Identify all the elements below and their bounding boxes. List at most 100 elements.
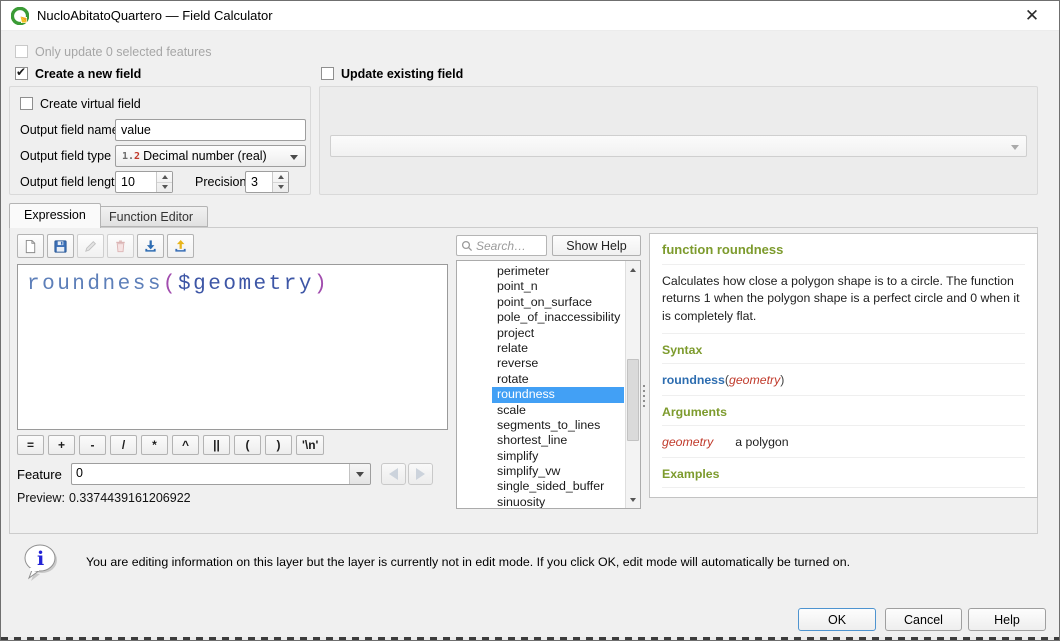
- help-argument-description: a polygon: [735, 435, 788, 449]
- splitter-handle[interactable]: [643, 385, 645, 407]
- preview-row: Preview: 0.3374439161206922: [17, 491, 195, 505]
- save-expression-icon: [53, 239, 68, 254]
- function-list-item[interactable]: perimeter: [492, 264, 624, 279]
- function-list-item[interactable]: segments_to_lines: [492, 418, 624, 433]
- function-list-item[interactable]: relate: [492, 341, 624, 356]
- scrollbar-thumb[interactable]: [627, 359, 639, 441]
- help-examples-heading: Examples: [662, 467, 1025, 488]
- spinner-buttons[interactable]: [156, 172, 172, 192]
- feature-combo[interactable]: [71, 463, 371, 485]
- function-list-item[interactable]: single_sided_buffer: [492, 479, 624, 494]
- expression-variable-token: $geometry: [178, 273, 314, 296]
- feature-combo-input[interactable]: [76, 466, 336, 480]
- operator-open-paren-button[interactable]: (: [234, 435, 261, 455]
- operator-newline-button[interactable]: '\n': [296, 435, 324, 455]
- operator-concat-button[interactable]: ||: [203, 435, 230, 455]
- help-syntax-paren: ): [780, 373, 784, 387]
- previous-feature-button[interactable]: [381, 463, 406, 485]
- search-icon: [461, 240, 473, 252]
- cancel-button[interactable]: Cancel: [885, 608, 962, 631]
- help-button[interactable]: Help: [968, 608, 1046, 631]
- window-title: NucloAbitatoQuartero — Field Calculator: [37, 8, 273, 23]
- output-field-type-label: Output field type: [20, 149, 111, 163]
- existing-field-combo[interactable]: [330, 135, 1027, 157]
- function-list-item[interactable]: sinuosity: [492, 495, 624, 509]
- close-button[interactable]: ✕: [1019, 3, 1045, 29]
- export-expression-button[interactable]: [167, 234, 194, 258]
- output-field-length-value: 10: [121, 175, 135, 189]
- edit-expression-button[interactable]: [77, 234, 104, 258]
- function-list-item[interactable]: point_on_surface: [492, 295, 624, 310]
- function-list-item[interactable]: pole_of_inaccessibility: [492, 310, 624, 325]
- operator-close-paren-button[interactable]: ): [265, 435, 292, 455]
- preview-label: Preview:: [17, 491, 65, 505]
- help-syntax-line: roundness(geometry): [662, 373, 1025, 396]
- operator-equals-button[interactable]: =: [17, 435, 44, 455]
- operator-power-button[interactable]: ^: [172, 435, 199, 455]
- function-list-item[interactable]: simplify_vw: [492, 464, 624, 479]
- function-list-item[interactable]: simplify: [492, 449, 624, 464]
- scroll-down-button[interactable]: [626, 492, 640, 507]
- feature-combo-dropdown[interactable]: [349, 464, 370, 484]
- spin-down-icon: [278, 185, 284, 189]
- function-list-item[interactable]: scale: [492, 403, 624, 418]
- preview-value: 0.3374439161206922: [69, 491, 191, 505]
- chevron-down-icon: [1011, 145, 1019, 150]
- new-expression-button[interactable]: [17, 234, 44, 258]
- feature-label: Feature: [17, 467, 62, 482]
- precision-value: 3: [251, 175, 258, 189]
- only-update-selected-label: Only update 0 selected features: [35, 45, 212, 59]
- function-list-item[interactable]: rotate: [492, 372, 624, 387]
- search-input[interactable]: [476, 239, 542, 253]
- output-field-length-spinner[interactable]: 10: [115, 171, 173, 193]
- create-new-field-checkbox[interactable]: Create a new field: [15, 67, 141, 81]
- show-help-button[interactable]: Show Help: [552, 235, 641, 256]
- checkbox-box: [20, 97, 33, 110]
- function-search-box[interactable]: [456, 235, 547, 256]
- update-existing-field-checkbox[interactable]: Update existing field: [321, 67, 463, 81]
- arrow-right-icon: [416, 468, 425, 480]
- help-syntax-heading: Syntax: [662, 343, 1025, 364]
- new-field-group: Create virtual field Output field name O…: [9, 86, 311, 195]
- operator-divide-button[interactable]: /: [110, 435, 137, 455]
- function-list-item[interactable]: shortest_line: [492, 433, 624, 448]
- function-list-item[interactable]: point_n: [492, 279, 624, 294]
- export-expression-icon: [173, 239, 188, 254]
- import-expression-button[interactable]: [137, 234, 164, 258]
- function-list-scrollbar[interactable]: [625, 261, 640, 508]
- scroll-up-button[interactable]: [626, 262, 640, 277]
- ok-button[interactable]: OK: [798, 608, 876, 631]
- function-list-item[interactable]: project: [492, 326, 624, 341]
- checkbox-box: [15, 67, 28, 80]
- tab-expression[interactable]: Expression: [9, 203, 101, 228]
- spinner-buttons[interactable]: [272, 172, 288, 192]
- create-virtual-field-label: Create virtual field: [40, 97, 141, 111]
- function-help-panel: function roundness Calculates how close …: [649, 233, 1038, 498]
- function-list-item-selected[interactable]: roundness: [492, 387, 624, 402]
- operator-plus-button[interactable]: +: [48, 435, 75, 455]
- chevron-down-icon: [356, 472, 364, 477]
- tab-function-editor[interactable]: Function Editor: [94, 206, 208, 227]
- function-list-item[interactable]: reverse: [492, 356, 624, 371]
- operator-buttons: = + - / * ^ || ( ) '\n': [17, 435, 324, 455]
- svg-text:i: i: [37, 548, 44, 570]
- only-update-selected-checkbox[interactable]: Only update 0 selected features: [15, 45, 212, 59]
- operator-multiply-button[interactable]: *: [141, 435, 168, 455]
- delete-expression-icon: [113, 239, 128, 254]
- expression-editor[interactable]: roundness($geometry): [17, 264, 448, 430]
- update-existing-field-label: Update existing field: [341, 67, 463, 81]
- info-icon: i: [21, 542, 63, 586]
- operator-minus-button[interactable]: -: [79, 435, 106, 455]
- create-virtual-field-checkbox[interactable]: Create virtual field: [20, 97, 141, 111]
- delete-expression-button[interactable]: [107, 234, 134, 258]
- help-description: Calculates how close a polygon shape is …: [662, 273, 1025, 334]
- output-field-name-input[interactable]: [115, 119, 306, 141]
- precision-spinner[interactable]: 3: [245, 171, 289, 193]
- next-feature-button[interactable]: [408, 463, 433, 485]
- spin-up-icon: [278, 175, 284, 179]
- save-expression-button[interactable]: [47, 234, 74, 258]
- expression-toolbar: [17, 234, 194, 258]
- update-existing-field-group: [319, 86, 1038, 195]
- edit-mode-warning-message: You are editing information on this laye…: [86, 555, 850, 569]
- output-field-type-combo[interactable]: 1.2 Decimal number (real): [115, 145, 306, 167]
